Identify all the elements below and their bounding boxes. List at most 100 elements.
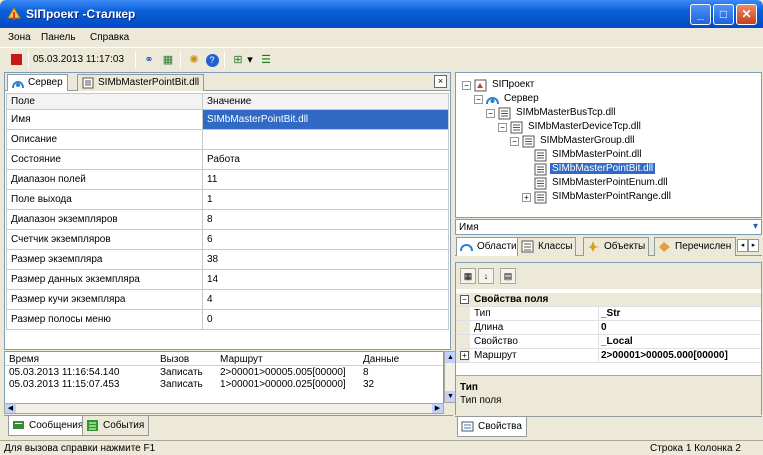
property-row[interactable]: + Маршрут 2>00001>00005.000[00000] (456, 349, 761, 363)
table-row[interactable]: Размер кучи экземпляра 4 (6, 289, 449, 310)
tab-properties[interactable]: Свойства (457, 417, 527, 437)
value-cell[interactable]: 1 (202, 189, 449, 210)
expand-icon[interactable]: + (460, 351, 469, 360)
close-icon: ✕ (741, 7, 752, 21)
column-header-field[interactable]: Поле (6, 93, 203, 110)
scroll-left-icon[interactable]: ◂ (737, 239, 748, 252)
table-row[interactable]: Диапазон полей 11 (6, 169, 449, 190)
value-cell[interactable]: 38 (202, 249, 449, 270)
log-col-call[interactable]: Вызов (160, 354, 189, 365)
collapse-icon[interactable]: − (460, 295, 469, 304)
category-label: Свойства поля (474, 294, 549, 305)
dll-icon (534, 149, 547, 162)
tab-messages[interactable]: Сообщения (8, 416, 89, 436)
sort-alphabetical-button[interactable]: ↓ (478, 268, 494, 284)
stop-icon (10, 54, 22, 65)
table-row[interactable]: Состояние Работа (6, 149, 449, 170)
table-row[interactable]: Имя SIMbMasterPointBit.dll (6, 109, 449, 130)
value-cell[interactable]: 14 (202, 269, 449, 290)
panels-button[interactable]: ☰ (258, 52, 274, 68)
value-cell[interactable] (202, 129, 449, 150)
categorized-button[interactable]: ▦ (460, 268, 476, 284)
scroll-right-icon[interactable]: ▶ (432, 404, 443, 413)
tab-enumerations[interactable]: Перечислен (654, 237, 736, 256)
collapse-icon[interactable]: − (486, 109, 495, 118)
table-row[interactable]: Описание (6, 129, 449, 150)
table-row[interactable]: Диапазон экземпляров 8 (6, 209, 449, 230)
log-row[interactable]: 05.03.2013 11:15:07.453 Записать 1>00001… (5, 379, 443, 391)
log-col-data[interactable]: Данные (363, 354, 399, 365)
table-row[interactable]: Размер экземпляра 38 (6, 249, 449, 270)
log-col-route[interactable]: Маршрут (220, 354, 263, 365)
menu-panel[interactable]: Панель (41, 32, 76, 43)
property-pages-button[interactable]: ▤ (500, 268, 516, 284)
project-icon (474, 79, 487, 92)
tab-classes[interactable]: Классы (517, 237, 577, 256)
log-col-time[interactable]: Время (9, 354, 39, 365)
collapse-icon[interactable]: − (462, 81, 471, 90)
log-call: Записать (160, 367, 203, 378)
value-cell[interactable]: 8 (202, 209, 449, 230)
log-row[interactable]: 05.03.2013 11:16:54.140 Записать 2>00001… (5, 367, 443, 379)
areas-icon (460, 244, 473, 252)
chevron-down-icon[interactable]: ▾ (753, 221, 758, 232)
maximize-button[interactable]: □ (713, 4, 734, 25)
value-cell[interactable]: 4 (202, 289, 449, 310)
scroll-left-icon[interactable]: ◀ (5, 404, 16, 413)
tree-node-label: Сервер (504, 93, 539, 104)
collapse-icon[interactable]: − (474, 95, 483, 104)
name-filter-bar[interactable]: Имя ▾ (455, 219, 762, 235)
window-layout-button[interactable]: ⊞ (230, 52, 246, 68)
value-cell[interactable]: 11 (202, 169, 449, 190)
close-button[interactable]: ✕ (736, 4, 757, 25)
tab-server[interactable]: Сервер (7, 74, 68, 91)
tree-node-label: SIMbMasterPointEnum.dll (552, 177, 668, 188)
scan-button[interactable]: ⚭ (141, 52, 157, 68)
table-row[interactable]: Поле выхода 1 (6, 189, 449, 210)
tab-objects[interactable]: Объекты (583, 237, 650, 256)
field-cell: Счетчик экземпляров (6, 229, 203, 250)
property-row[interactable]: Свойство _Local (456, 335, 761, 349)
help-button[interactable]: ? (204, 52, 220, 68)
field-cell: Имя (6, 109, 203, 130)
tab-areas[interactable]: Области (456, 237, 521, 256)
properties-button[interactable]: ▦ (160, 52, 176, 68)
property-category[interactable]: − Свойства поля (456, 293, 761, 307)
collapse-icon[interactable]: − (498, 123, 507, 132)
table-row[interactable]: Счетчик экземпляров 6 (6, 229, 449, 250)
sort-az-icon: ↓ (483, 271, 489, 281)
field-cell: Состояние (6, 149, 203, 170)
help-icon: ? (205, 54, 219, 67)
dll-icon (510, 121, 523, 134)
value-cell[interactable]: Работа (202, 149, 449, 170)
field-cell: Поле выхода (6, 189, 203, 210)
tab-dll[interactable]: SIMbMasterPointBit.dll (77, 74, 205, 91)
property-row[interactable]: Тип _Str (456, 307, 761, 321)
value-cell[interactable]: 0 (202, 309, 449, 330)
value-cell[interactable]: 6 (202, 229, 449, 250)
app-icon (7, 7, 21, 20)
column-header-value[interactable]: Значение (202, 93, 449, 110)
value-cell[interactable]: SIMbMasterPointBit.dll (202, 109, 449, 130)
close-tab-button[interactable]: × (434, 75, 447, 88)
properties-icon: ▦ (162, 54, 174, 66)
expand-icon[interactable]: + (522, 193, 531, 202)
dll-icon (534, 163, 547, 176)
settings-button[interactable]: ✺ (186, 52, 202, 68)
toolbar: 05.03.2013 11:17:03 ⚭ ▦ ✺ ? ⊞ ▾ ☰ (0, 49, 763, 71)
menu-help[interactable]: Справка (90, 32, 129, 43)
description-text: Тип поля (460, 395, 502, 406)
collapse-icon[interactable]: − (510, 137, 519, 146)
table-row[interactable]: Размер полосы меню 0 (6, 309, 449, 330)
stop-button[interactable] (8, 52, 24, 68)
tab-events[interactable]: События (82, 416, 150, 436)
minimize-button[interactable]: _ (690, 4, 711, 25)
scroll-right-icon[interactable]: ▸ (748, 239, 759, 252)
title-bar[interactable]: SIПроект -Сталкер _ □ ✕ (0, 0, 763, 28)
layout-dropdown[interactable]: ▾ (246, 52, 254, 68)
table-row[interactable]: Размер данных экземпляра 14 (6, 269, 449, 290)
menu-zone[interactable]: Зона (8, 32, 31, 43)
log-horizontal-scrollbar[interactable]: ◀ ▶ (4, 403, 444, 414)
status-position: Строка 1 Колонка 2 (650, 443, 741, 454)
property-row[interactable]: Длина 0 (456, 321, 761, 335)
